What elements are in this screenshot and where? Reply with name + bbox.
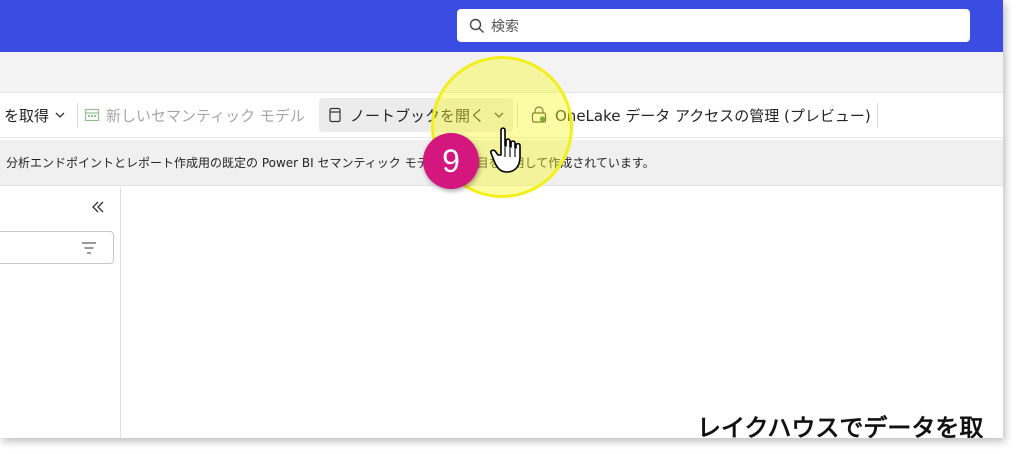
filter-icon[interactable] (81, 241, 97, 255)
search-placeholder: 検索 (491, 18, 519, 35)
get-data-label: を取得 (4, 106, 50, 125)
get-data-button[interactable]: を取得 (4, 93, 66, 137)
step-number-badge: 9 (423, 133, 479, 189)
chevron-down-icon (55, 112, 65, 118)
semantic-model-icon (84, 108, 100, 122)
onelake-data-access-button[interactable]: OneLake データ アクセスの管理 (プレビュー) (530, 93, 871, 137)
new-semantic-model-label: 新しいセマンティック モデル (106, 106, 305, 125)
toolbar-divider (877, 103, 878, 127)
onelake-access-label: OneLake データ アクセスの管理 (プレビュー) (555, 106, 871, 125)
main-heading: レイクハウスでデータを取 (697, 414, 984, 438)
collapse-pane-icon[interactable] (88, 197, 108, 217)
explorer-filter-input[interactable] (0, 231, 114, 264)
search-icon (469, 18, 484, 33)
search-box[interactable]: 検索 (457, 9, 970, 42)
new-semantic-model-button[interactable]: 新しいセマンティック モデル (84, 93, 305, 137)
top-bar: 検索 (0, 0, 1003, 52)
notebook-icon (329, 107, 341, 123)
hand-cursor-icon (490, 127, 521, 173)
explorer-pane (0, 187, 121, 438)
toolbar-divider (77, 103, 78, 127)
